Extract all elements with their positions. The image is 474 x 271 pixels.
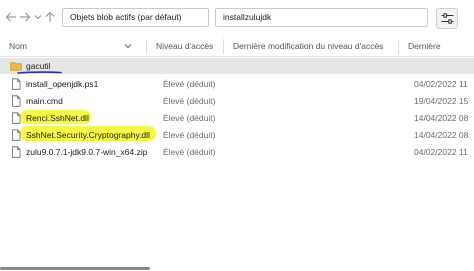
search-input[interactable]: installzulujdk bbox=[215, 8, 428, 27]
back-arrow-icon bbox=[5, 12, 16, 22]
blob-filter-value: Objets blob actifs (par défaut) bbox=[70, 12, 182, 22]
list-item[interactable]: main.cmd Élevé (déduit) 19/04/2022 15 bbox=[0, 93, 474, 109]
column-separator[interactable] bbox=[223, 39, 224, 54]
item-access-level: Élevé (déduit) bbox=[163, 113, 216, 123]
item-last-modified: 14/04/2022 08 bbox=[414, 130, 469, 140]
column-header: Nom Niveau d'accès Dernière modification… bbox=[0, 37, 474, 57]
up-button[interactable] bbox=[43, 8, 57, 26]
item-name: zulu9.0.7.1-jdk9.0.7-win_x64.zip bbox=[26, 147, 148, 157]
sort-chevron-icon[interactable] bbox=[124, 43, 132, 50]
item-access-level: Élevé (déduit) bbox=[163, 79, 216, 89]
item-last-modified: 04/02/2022 11 bbox=[414, 147, 468, 157]
column-name[interactable]: Nom bbox=[9, 37, 27, 56]
list-item[interactable]: SshNet.Security.Cryptography.dll Élevé (… bbox=[0, 127, 474, 143]
annotation-underline bbox=[17, 71, 62, 74]
file-icon bbox=[12, 95, 21, 107]
list-item[interactable]: install_openjdk.ps1 Élevé (déduit) 04/02… bbox=[0, 76, 474, 92]
forward-button[interactable] bbox=[18, 8, 32, 26]
toolbar: Objets blob actifs (par défaut) installz… bbox=[0, 0, 474, 36]
item-access-level: Élevé (déduit) bbox=[163, 130, 216, 140]
chevron-down-icon bbox=[34, 15, 42, 20]
blob-filter-dropdown[interactable]: Objets blob actifs (par défaut) bbox=[62, 8, 209, 27]
item-name: SshNet.Security.Cryptography.dll bbox=[26, 130, 150, 140]
item-last-modified: 04/02/2022 11 bbox=[414, 79, 468, 89]
file-icon bbox=[12, 78, 21, 90]
list-item[interactable]: gacutil bbox=[0, 58, 474, 74]
filter-sliders-icon bbox=[441, 13, 453, 24]
column-separator[interactable] bbox=[146, 39, 147, 54]
column-separator[interactable] bbox=[398, 39, 399, 54]
item-last-modified: 19/04/2022 15 bbox=[414, 96, 469, 106]
file-icon bbox=[12, 146, 21, 158]
item-access-level: Élevé (déduit) bbox=[163, 147, 216, 157]
file-icon bbox=[12, 112, 21, 124]
column-last-modified[interactable]: Dernière bbox=[408, 37, 474, 56]
list-item[interactable]: zulu9.0.7.1-jdk9.0.7-win_x64.zip Élevé (… bbox=[0, 144, 474, 160]
item-last-modified: 14/04/2022 08 bbox=[414, 113, 469, 123]
item-access-level: Élevé (déduit) bbox=[163, 96, 216, 106]
item-name: install_openjdk.ps1 bbox=[26, 79, 99, 89]
item-name: main.cmd bbox=[26, 96, 63, 106]
list-item[interactable]: Renci.SshNet.dll Élevé (déduit) 14/04/20… bbox=[0, 110, 474, 126]
item-name: Renci.SshNet.dll bbox=[26, 113, 89, 123]
filter-button[interactable] bbox=[436, 8, 458, 29]
search-input-value: installzulujdk bbox=[223, 12, 272, 22]
forward-arrow-icon bbox=[20, 12, 31, 22]
up-arrow-icon bbox=[45, 11, 55, 22]
back-button[interactable] bbox=[4, 8, 18, 26]
column-access-level[interactable]: Niveau d'accès bbox=[156, 37, 213, 56]
file-icon bbox=[12, 129, 21, 141]
column-access-modified[interactable]: Dernière modification du niveau d'accès bbox=[233, 37, 383, 56]
horizontal-scrollbar[interactable] bbox=[0, 267, 150, 270]
